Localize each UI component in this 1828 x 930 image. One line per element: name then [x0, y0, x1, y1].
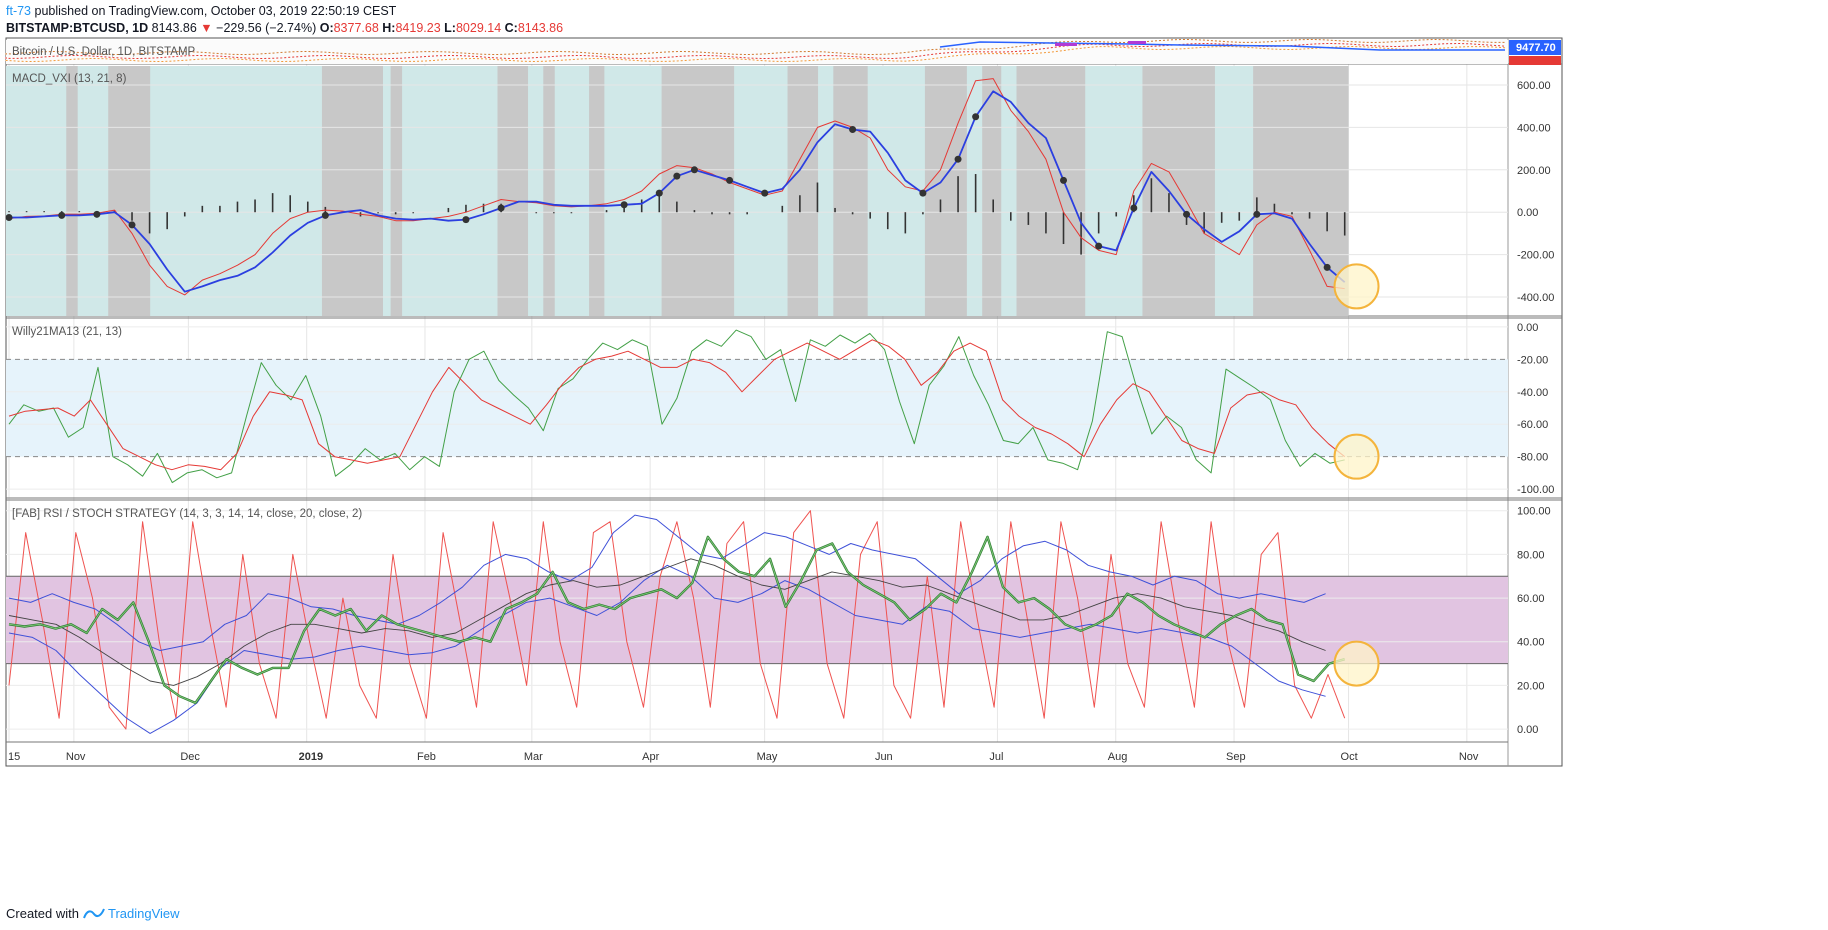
- macd-cross-dot: [1130, 204, 1138, 212]
- macd-ytick: 600.00: [1517, 80, 1551, 92]
- macd-cross-dot: [972, 113, 980, 121]
- rsi-ytick: 40.00: [1517, 637, 1545, 649]
- macd-cross-dot: [954, 155, 962, 163]
- macd-bg-gray: [787, 66, 819, 316]
- created-with-text: Created with: [6, 906, 79, 921]
- macd-cross-dot: [462, 216, 470, 224]
- macd-cross-dot: [497, 204, 505, 212]
- macd-cross-dot: [1183, 210, 1191, 218]
- highlight-circle: [1333, 263, 1380, 310]
- macd-ytick: 0.00: [1517, 207, 1538, 219]
- macd-cross-dot: [655, 189, 663, 197]
- macd-cross-dot: [1323, 263, 1331, 271]
- x-tick-label: Jun: [875, 751, 893, 763]
- x-tick-label: Mar: [524, 751, 543, 763]
- tradingview-logo-icon: [82, 906, 108, 921]
- macd-bg-gray: [589, 66, 605, 316]
- highlight-circle: [1333, 640, 1380, 687]
- rsi-ytick: 20.00: [1517, 680, 1545, 692]
- macd-cross-dot: [93, 210, 101, 218]
- rsi-ytick: 100.00: [1517, 506, 1551, 518]
- macd-bg-gray: [1142, 66, 1215, 316]
- highlight-circle: [1333, 433, 1380, 480]
- rsi-ytick: 0.00: [1517, 724, 1538, 736]
- tradingview-brand[interactable]: TradingView: [108, 906, 180, 921]
- x-tick-label: Aug: [1108, 751, 1128, 763]
- macd-cross-dot: [1060, 176, 1068, 184]
- x-tick-label: Oct: [1341, 751, 1358, 763]
- x-tick-label: Apr: [642, 751, 659, 763]
- willy-band: [6, 359, 1508, 457]
- x-tick-label: Nov: [1459, 751, 1479, 763]
- x-tick-label: Feb: [417, 751, 436, 763]
- x-tick-label: Jul: [989, 751, 1003, 763]
- macd-bg-gray: [1253, 66, 1349, 316]
- macd-bg-gray: [1016, 66, 1086, 316]
- price-pane-title: Bitcoin / U.S. Dollar, 1D, BITSTAMP: [12, 46, 196, 58]
- rsi-ytick: 80.00: [1517, 549, 1545, 561]
- x-tick-label: Sep: [1226, 751, 1246, 763]
- macd-cross-dot: [919, 189, 927, 197]
- macd-bg-gray: [924, 66, 967, 316]
- macd-pane-title: MACD_VXI (13, 21, 8): [12, 73, 127, 85]
- macd-cross-dot: [690, 166, 698, 174]
- willy-ytick: -80.00: [1517, 452, 1548, 464]
- price-label-high: 9477.70: [1516, 42, 1556, 54]
- macd-cross-dot: [321, 211, 329, 219]
- macd-cross-dot: [5, 214, 13, 222]
- macd-bg-gray: [108, 66, 151, 316]
- macd-cross-dot: [761, 189, 769, 197]
- x-tick-label: Dec: [180, 751, 200, 763]
- macd-bg-gray: [543, 66, 555, 316]
- willy-ytick: -40.00: [1517, 387, 1548, 399]
- macd-bg-gray: [497, 66, 529, 316]
- macd-ytick: -400.00: [1517, 292, 1554, 304]
- willy-ytick: -100.00: [1517, 484, 1554, 496]
- rsi-band: [6, 576, 1508, 664]
- macd-bg-gray: [66, 66, 78, 316]
- willy-ytick: -20.00: [1517, 354, 1548, 366]
- macd-cross-dot: [1253, 210, 1261, 218]
- price-label-box: [1509, 56, 1561, 65]
- macd-cross-dot: [620, 201, 628, 209]
- x-tick-label: Nov: [66, 751, 86, 763]
- rsi-pane-title: [FAB] RSI / STOCH STRATEGY (14, 3, 3, 14…: [12, 508, 362, 520]
- macd-ytick: 400.00: [1517, 122, 1551, 134]
- macd-ytick: -200.00: [1517, 250, 1554, 262]
- chart-canvas[interactable]: Bitcoin / U.S. Dollar, 1D, BITSTAMP 9477.…: [0, 0, 1828, 930]
- macd-cross-dot: [849, 126, 857, 133]
- macd-ytick: 200.00: [1517, 165, 1551, 177]
- x-tick-label: 2019: [299, 751, 323, 763]
- macd-cross-dot: [726, 176, 734, 184]
- macd-cross-dot: [128, 221, 136, 229]
- x-tick-label: May: [757, 751, 778, 763]
- willy-ytick: -60.00: [1517, 419, 1548, 431]
- price-marker: [1055, 43, 1077, 46]
- willy-ytick: 0.00: [1517, 322, 1538, 334]
- macd-bg-gray: [833, 66, 868, 316]
- macd-bg-gray: [661, 66, 735, 316]
- macd-bg-gray: [390, 66, 403, 316]
- rsi-ytick: 60.00: [1517, 593, 1545, 605]
- macd-cross-dot: [673, 172, 681, 180]
- willy-pane-title: Willy21MA13 (21, 13): [12, 326, 122, 338]
- macd-cross-dot: [58, 211, 66, 219]
- footer: Created with TradingView: [6, 906, 180, 921]
- macd-cross-dot: [1095, 242, 1103, 250]
- price-marker: [1128, 41, 1146, 44]
- macd-bg-gray: [321, 66, 383, 316]
- x-tick-label: 15: [8, 751, 20, 763]
